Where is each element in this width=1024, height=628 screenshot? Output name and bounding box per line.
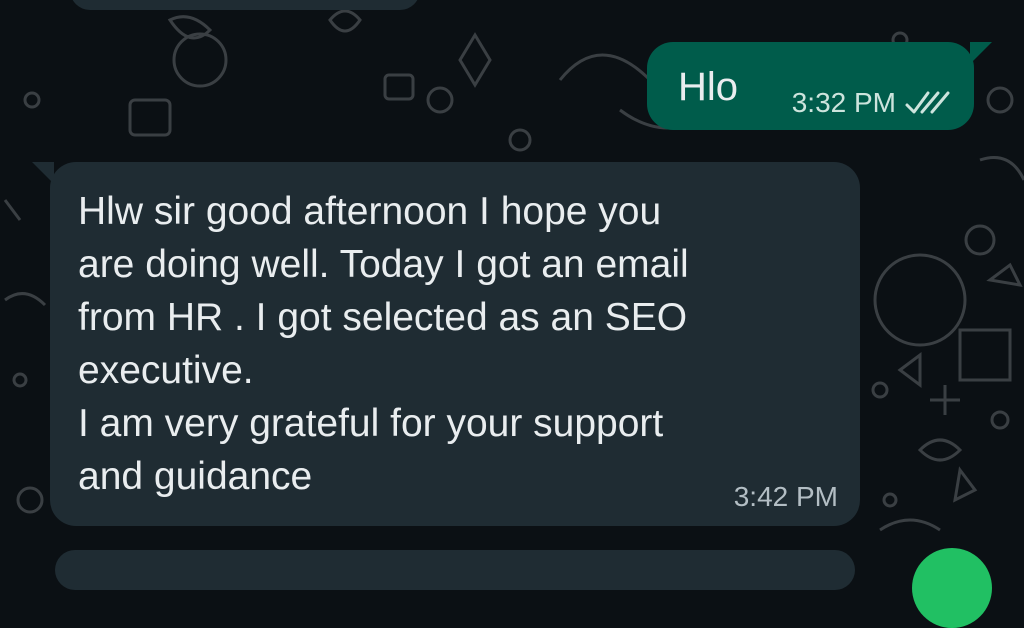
outgoing-message-text: Hlo [678, 65, 739, 109]
outgoing-message-meta: 3:32 PM [792, 87, 950, 119]
outgoing-message-bubble[interactable]: Hlo 3:32 PM [647, 42, 992, 130]
scroll-to-bottom-button[interactable] [912, 548, 992, 628]
next-message-bubble[interactable] [55, 550, 855, 590]
outgoing-message-time: 3:32 PM [791, 87, 896, 118]
double-check-icon [904, 90, 950, 116]
incoming-message-text: Hlw sir good afternoon I hope you are do… [78, 190, 689, 498]
previous-message-bubble[interactable] [70, 0, 420, 10]
incoming-message-bubble[interactable]: Hlw sir good afternoon I hope you are do… [32, 162, 860, 526]
incoming-message-time: 3:42 PM [733, 481, 838, 512]
